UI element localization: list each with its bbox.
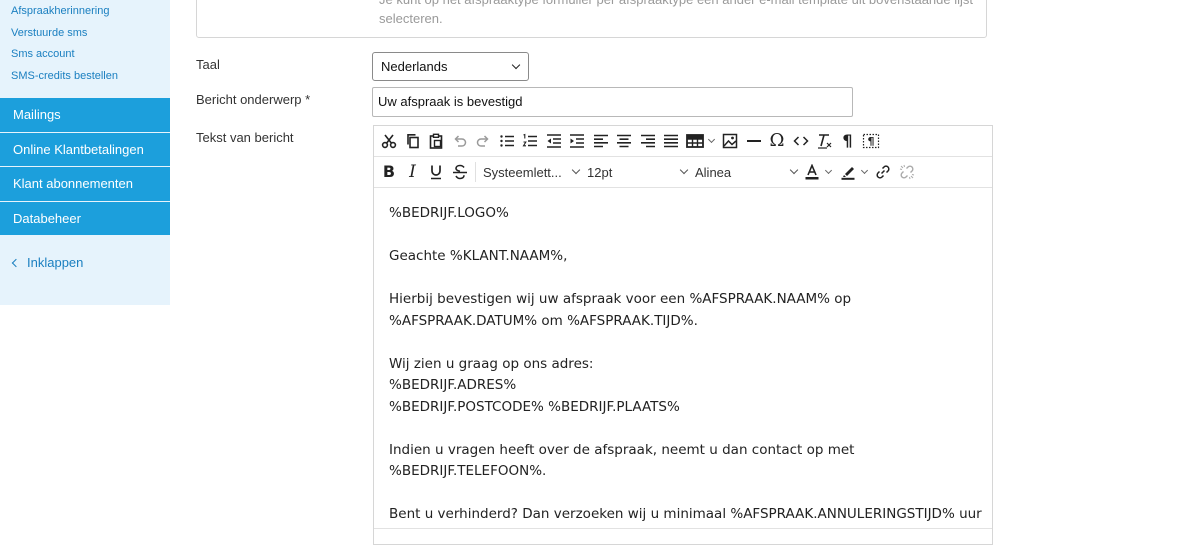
text-color-icon[interactable] — [801, 160, 823, 184]
align-left-icon[interactable] — [590, 129, 612, 153]
source-code-icon[interactable] — [790, 129, 812, 153]
sidebar-item-mailings[interactable]: Mailings — [0, 98, 170, 133]
block-format-value: Alinea — [695, 164, 732, 180]
sidebar: Afspraakherinnering Verstuurde sms Sms a… — [0, 0, 170, 305]
editor-toolbar-bottom: B I Systeemlett... 12pt Alinea — [374, 157, 992, 188]
sidebar-item-online-klantbetalingen[interactable]: Online Klantbetalingen — [0, 132, 170, 167]
editor-text-line: %BEDRIJF.LOGO% — [389, 205, 509, 221]
collapse-sidebar-button[interactable]: Inklappen — [11, 255, 83, 270]
editor-text-line: %BEDRIJF.ADRES% — [389, 377, 517, 393]
unlink-icon[interactable] — [896, 160, 918, 184]
text-color-dropdown-caret[interactable] — [824, 160, 833, 184]
editor-text-line: %BEDRIJF.TELEFOON%. — [389, 463, 547, 479]
subject-label: Bericht onderwerp * — [196, 92, 311, 107]
chevron-down-icon — [679, 165, 689, 175]
font-family-value: Systeemlett... — [483, 164, 562, 180]
block-format-select[interactable]: Alinea — [691, 160, 801, 184]
paragraph-mark-icon[interactable]: ¶ — [837, 129, 859, 153]
editor-content-area[interactable]: %BEDRIJF.LOGO% Geachte %KLANT.NAAM%, Hierb… — [374, 188, 992, 528]
language-label: Taal — [196, 57, 220, 72]
copy-icon[interactable] — [402, 129, 424, 153]
special-character-icon[interactable]: Ω — [766, 129, 788, 153]
numbered-list-icon[interactable] — [519, 129, 541, 153]
subject-input[interactable]: Uw afspraak is bevestigd — [372, 87, 853, 117]
chevron-down-icon — [824, 166, 833, 175]
svg-text:¶: ¶ — [868, 135, 875, 148]
collapse-label: Inklappen — [27, 255, 84, 270]
table-icon[interactable] — [684, 129, 706, 153]
editor-paragraph: Bent u verhinderd? Dan verzoeken wij u m… — [389, 504, 982, 528]
link-icon[interactable] — [872, 160, 894, 184]
editor-text-line: Geachte %KLANT.NAAM%, — [389, 248, 568, 264]
image-icon[interactable] — [719, 129, 741, 153]
editor-text-line: %AFSPRAAK.DATUM% om %AFSPRAAK.TIJD%. — [389, 312, 698, 329]
language-select[interactable]: Nederlands — [372, 52, 529, 81]
chevron-down-icon — [789, 165, 799, 175]
body-label: Tekst van bericht — [196, 130, 294, 145]
redo-icon[interactable] — [472, 129, 494, 153]
highlight-dropdown-caret[interactable] — [860, 160, 868, 184]
sidebar-link-afspraakherinnering[interactable]: Afspraakherinnering — [11, 4, 118, 26]
font-size-select[interactable]: 12pt — [583, 160, 691, 184]
underline-icon[interactable] — [425, 160, 447, 184]
toolbar-separator — [475, 162, 476, 182]
editor-text-line: %BEDRIJF.POSTCODE% %BEDRIJF.PLAATS% — [389, 398, 680, 415]
sidebar-item-databeheer[interactable]: Databeheer — [0, 201, 170, 236]
editor-text-line: Indien u vragen heeft over de afspraak, … — [389, 441, 855, 458]
editor-paragraph: %BEDRIJF.LOGO% — [389, 203, 977, 225]
sidebar-item-klant-abonnementen[interactable]: Klant abonnementen — [0, 167, 170, 202]
align-justify-icon[interactable] — [660, 129, 682, 153]
editor-paragraph: Wij zien u graag op ons adres: %BEDRIJF.A… — [389, 354, 977, 419]
bold-icon[interactable]: B — [378, 160, 400, 184]
bullet-list-icon[interactable] — [496, 129, 518, 153]
sidebar-link-verstuurde-sms[interactable]: Verstuurde sms — [11, 26, 118, 48]
editor-text-line: Hierbij bevestigen wij uw afspraak voor … — [389, 291, 852, 307]
editor-text-line: Bent u verhinderd? Dan verzoeken wij u m… — [389, 506, 982, 522]
editor-paragraph: Hierbij bevestigen wij uw afspraak voor … — [389, 289, 977, 332]
show-blocks-icon[interactable]: ¶ — [860, 129, 882, 153]
editor-paragraph: Indien u vragen heeft over de afspraak, … — [389, 440, 977, 483]
undo-icon[interactable] — [449, 129, 471, 153]
language-select-value: Nederlands — [381, 59, 448, 74]
chevron-down-icon — [707, 135, 715, 144]
rich-text-editor: Ω ¶ ¶ B I Systeemlett... 12pt Alinea %BE… — [373, 125, 993, 545]
indent-increase-icon[interactable] — [566, 129, 588, 153]
chevron-left-icon — [11, 258, 21, 267]
font-family-select[interactable]: Systeemlett... — [479, 160, 583, 184]
info-text: Je kunt op het afspraaktype formulier pe… — [379, 0, 973, 26]
sidebar-link-sms-account[interactable]: Sms account — [11, 47, 118, 69]
horizontal-line-icon[interactable] — [743, 129, 765, 153]
chevron-down-icon — [511, 60, 521, 70]
cut-icon[interactable] — [378, 129, 400, 153]
editor-text-line: Wij zien u graag op ons adres: — [389, 355, 594, 372]
sidebar-menu: Mailings Online Klantbetalingen Klant ab… — [0, 98, 170, 236]
editor-statusbar — [374, 528, 992, 544]
highlight-color-icon[interactable] — [837, 160, 859, 184]
paste-icon[interactable] — [425, 129, 447, 153]
indent-decrease-icon[interactable] — [543, 129, 565, 153]
align-right-icon[interactable] — [637, 129, 659, 153]
editor-paragraph: Geachte %KLANT.NAAM%, — [389, 246, 977, 268]
align-center-icon[interactable] — [613, 129, 635, 153]
font-size-value: 12pt — [587, 164, 613, 180]
italic-icon[interactable]: I — [402, 160, 424, 184]
clear-formatting-icon[interactable] — [813, 129, 835, 153]
sidebar-sub-links: Afspraakherinnering Verstuurde sms Sms a… — [11, 4, 118, 90]
info-box: Je kunt op het afspraaktype formulier pe… — [196, 0, 987, 38]
chevron-down-icon — [571, 165, 581, 175]
strikethrough-icon[interactable] — [449, 160, 471, 184]
editor-toolbar-top: Ω ¶ ¶ — [374, 126, 992, 157]
chevron-down-icon — [860, 166, 868, 175]
table-dropdown-caret[interactable] — [707, 129, 715, 153]
sidebar-link-sms-credits[interactable]: SMS-credits bestellen — [11, 69, 118, 91]
